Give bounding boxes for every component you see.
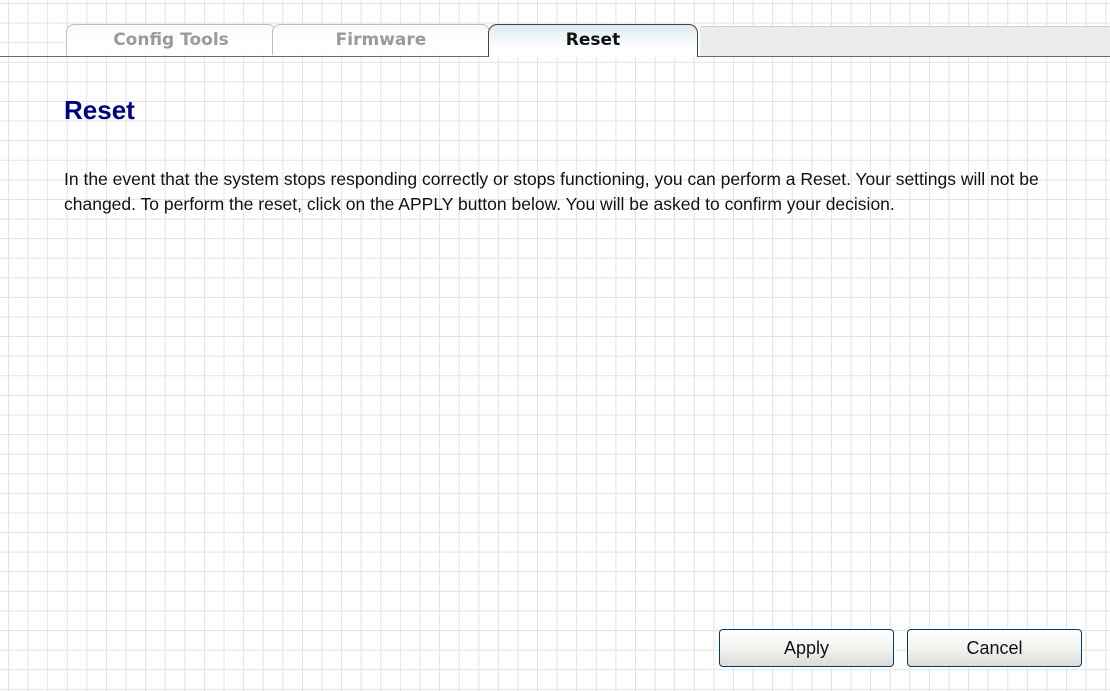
page-title: Reset (64, 95, 135, 125)
tab-firmware[interactable]: Firmware (272, 24, 490, 55)
tab-reset[interactable]: Reset (488, 24, 698, 57)
tab-bar: Config Tools Firmware Reset (0, 0, 1110, 60)
tab-strip-background (700, 26, 1110, 57)
cancel-button[interactable]: Cancel (907, 629, 1082, 667)
apply-button[interactable]: Apply (719, 629, 894, 667)
tab-config-tools[interactable]: Config Tools (66, 24, 276, 55)
reset-description: In the event that the system stops respo… (64, 169, 1039, 214)
